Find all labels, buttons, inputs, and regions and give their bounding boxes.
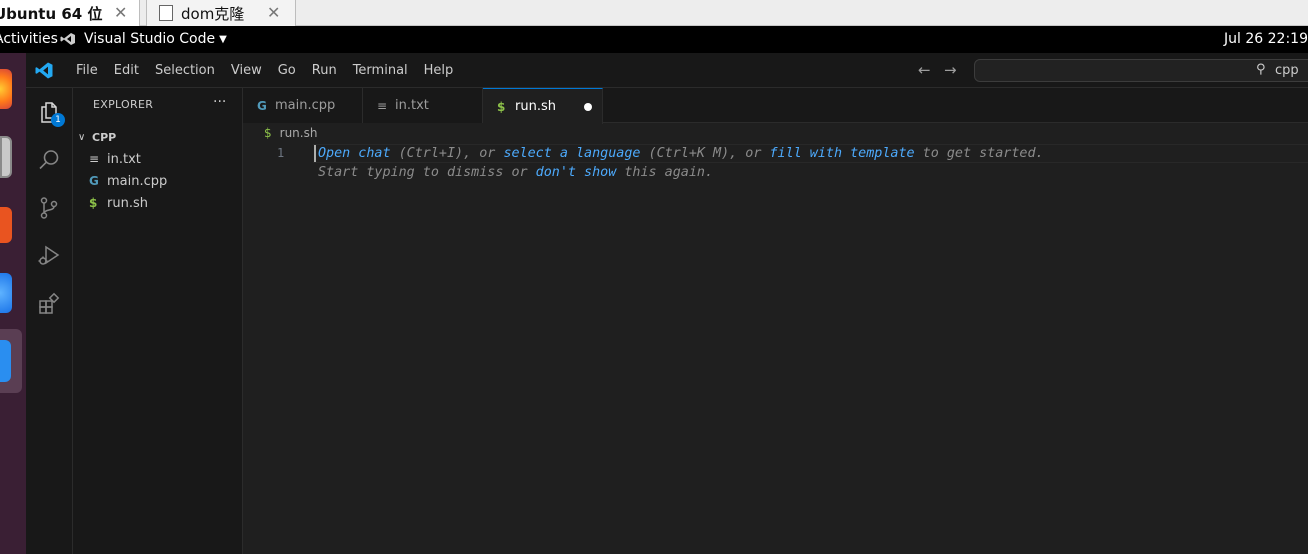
explorer-sidebar: EXPLORER ··· ∨ CPP ≡ in.txt G main.cpp $… [73, 88, 243, 554]
explorer-badge: 1 [51, 113, 65, 127]
files-icon[interactable] [0, 136, 12, 178]
caret-down-icon: ▼ [219, 33, 227, 45]
run-debug-icon[interactable] [37, 244, 61, 268]
chevron-down-icon: ∨ [78, 131, 86, 143]
app-name: Visual Studio Code [84, 31, 216, 47]
tab-label: run.sh [515, 99, 556, 114]
tab-label: in.txt [395, 98, 429, 113]
activities-button[interactable]: Activities [0, 31, 58, 47]
vm-tab-strip: Ubuntu 64 位 ✕ dom克隆 ✕ [0, 0, 1308, 26]
arrow-right-icon[interactable]: → [944, 61, 957, 79]
document-icon [159, 5, 173, 21]
menu-bar: File Edit Selection View Go Run Terminal… [68, 53, 461, 88]
search-icon: ⚲ [1256, 62, 1266, 77]
open-chat-link[interactable]: Open chat [318, 146, 391, 161]
empty-editor-hint-line-1: Open chat (Ctrl+I), or select a language… [318, 146, 1044, 161]
app-menu[interactable]: Visual Studio Code ▼ [60, 31, 227, 47]
source-control-icon[interactable] [37, 196, 61, 220]
ubuntu-dock [0, 53, 26, 554]
file-name: run.sh [107, 195, 148, 211]
select-language-link[interactable]: select a language [503, 146, 640, 161]
menu-run[interactable]: Run [304, 63, 345, 78]
vm-tab-dom-clone[interactable]: dom克隆 ✕ [146, 0, 296, 26]
editor-area[interactable]: 1 Open chat (Ctrl+I), or select a langua… [243, 142, 1308, 554]
folder-header[interactable]: ∨ CPP [73, 126, 243, 148]
editor-tab-bar: G main.cpp ≡ in.txt $ run.sh [243, 88, 1308, 124]
empty-editor-hint-line-2: Start typing to dismiss or don't show th… [318, 165, 713, 180]
menu-help[interactable]: Help [416, 63, 462, 78]
vscode-logo-icon [35, 62, 53, 79]
unsaved-dot-icon[interactable] [584, 103, 592, 111]
text-cursor [314, 145, 316, 162]
arrow-left-icon[interactable]: ← [918, 61, 931, 79]
text-file-icon: ≡ [89, 152, 100, 166]
extensions-icon[interactable] [37, 292, 61, 316]
tab-in-txt[interactable]: ≡ in.txt [363, 88, 483, 123]
dont-show-link[interactable]: don't show [536, 165, 617, 180]
shell-file-icon: $ [497, 99, 506, 114]
menu-selection[interactable]: Selection [147, 63, 223, 78]
menu-edit[interactable]: Edit [106, 63, 147, 78]
tab-run-sh[interactable]: $ run.sh [483, 88, 603, 124]
software-icon[interactable] [0, 207, 12, 243]
hint-text: (Ctrl+I), or [390, 146, 504, 161]
tab-label: main.cpp [275, 98, 336, 113]
command-center-text: cpp [1275, 63, 1299, 78]
vm-tab-ubuntu[interactable]: Ubuntu 64 位 ✕ [0, 0, 140, 26]
hint-text: to get started. [914, 146, 1044, 161]
file-main-cpp[interactable]: G main.cpp [73, 170, 243, 192]
hint-text: Start typing to dismiss or [318, 165, 536, 180]
vm-tab-label: dom克隆 [181, 4, 245, 23]
file-name: in.txt [107, 151, 141, 167]
shell-file-icon: $ [264, 126, 272, 140]
menu-terminal[interactable]: Terminal [345, 63, 416, 78]
clock[interactable]: Jul 26 22:19 [1224, 31, 1308, 47]
close-icon[interactable]: ✕ [114, 3, 127, 22]
command-center-search[interactable]: ⚲ cpp [974, 59, 1308, 82]
ubuntu-top-bar: Activities Visual Studio Code ▼ Jul 26 2… [0, 26, 1308, 53]
folder-name: CPP [92, 130, 117, 144]
activity-bar: 1 [26, 88, 73, 554]
breadcrumb[interactable]: $ run.sh [264, 126, 317, 140]
search-icon[interactable] [37, 148, 61, 172]
more-icon[interactable]: ··· [213, 94, 226, 110]
cpp-file-icon: G [257, 98, 267, 113]
close-icon[interactable]: ✕ [267, 3, 280, 22]
vm-tab-label: Ubuntu 64 位 [0, 4, 103, 23]
cpp-file-icon: G [89, 174, 99, 188]
file-in-txt[interactable]: ≡ in.txt [73, 148, 243, 170]
line-number: 1 [277, 146, 285, 160]
breadcrumb-file: run.sh [279, 126, 318, 140]
sidebar-title: EXPLORER [93, 98, 154, 111]
fill-with-template-link[interactable]: fill with template [770, 146, 915, 161]
vscode-dock-icon[interactable] [0, 340, 11, 382]
help-icon[interactable] [0, 273, 12, 313]
shell-file-icon: $ [89, 196, 98, 210]
vscode-title-bar: File Edit Selection View Go Run Terminal… [26, 53, 1308, 88]
menu-view[interactable]: View [223, 63, 270, 78]
file-name: main.cpp [107, 173, 168, 189]
hint-text: this again. [616, 165, 714, 180]
hint-text: (Ctrl+K M), or [640, 146, 770, 161]
menu-file[interactable]: File [68, 63, 106, 78]
vscode-icon [60, 33, 75, 45]
file-run-sh[interactable]: $ run.sh [73, 192, 243, 214]
tab-main-cpp[interactable]: G main.cpp [243, 88, 363, 123]
menu-go[interactable]: Go [270, 63, 304, 78]
firefox-icon[interactable] [0, 69, 12, 109]
text-file-icon: ≡ [377, 98, 388, 113]
